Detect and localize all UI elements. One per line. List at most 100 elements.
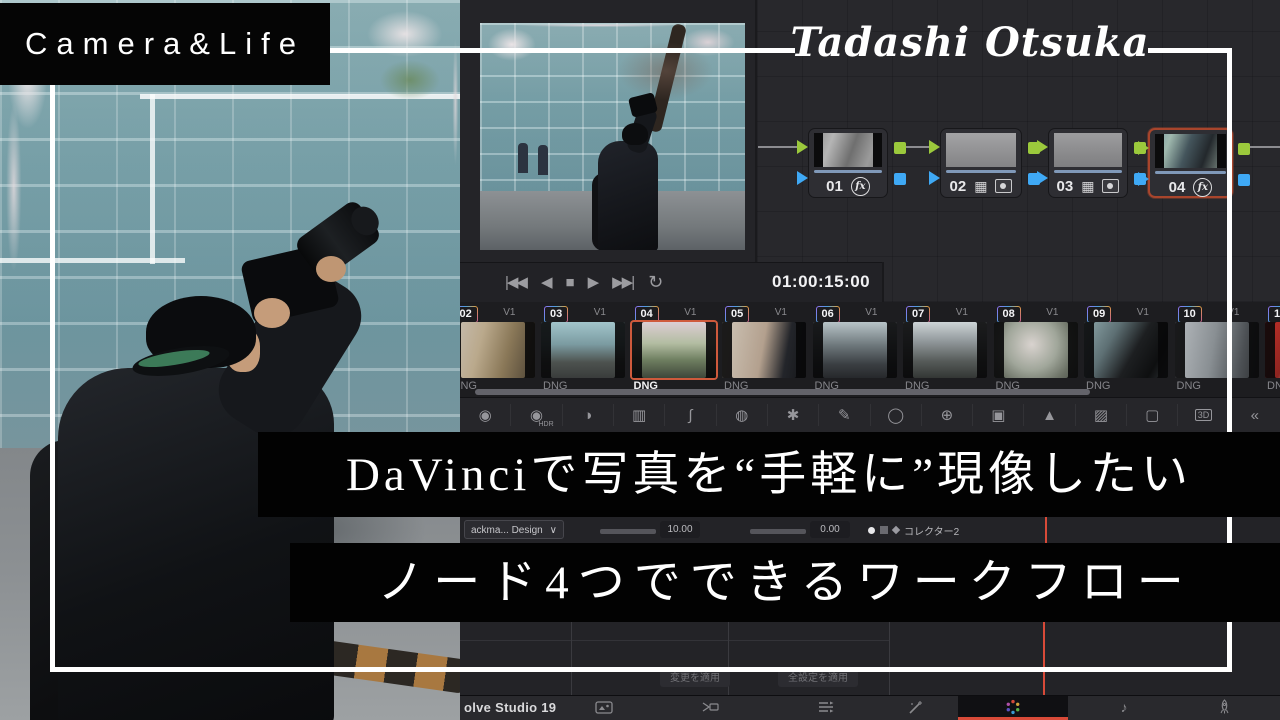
lower-panel: 変更を適用 全設定を適用: [460, 622, 1280, 695]
motion-effects-icon[interactable]: ▨: [1076, 404, 1128, 426]
clip-number-badge: 05: [725, 306, 749, 323]
curves-icon[interactable]: ∫: [665, 404, 717, 426]
color-wheels-icon[interactable]: ◉: [460, 404, 512, 426]
loop-icon[interactable]: ↻: [648, 272, 663, 293]
viewer-blossom-art: [480, 23, 745, 143]
apply-changes-button[interactable]: 変更を適用: [660, 670, 730, 687]
play-icon[interactable]: ▶: [588, 273, 599, 291]
fusion-page-icon: [909, 700, 922, 714]
thumbnail-root: 01 fx 02 ▦ 03 ▦ 04 fx |◀◀ ◀ ■ ▶ ▶▶| ↻ 01:00:15:00 02…: [0, 0, 1280, 720]
node-thumbnail: [946, 133, 1016, 167]
page-fairlight[interactable]: ♪: [1092, 696, 1156, 718]
noise-reduction-icon[interactable]: ▲: [1024, 404, 1076, 426]
timeline-clip-10[interactable]: 10 V1 DNG: [1172, 302, 1262, 397]
node-cache-line: [946, 170, 1016, 173]
node-wire: [1250, 146, 1280, 148]
output-blue-icon[interactable]: [1238, 174, 1250, 186]
clip-thumbnail: [1265, 322, 1280, 378]
clip-number-badge: 02: [460, 306, 478, 323]
panel-divider: [889, 622, 890, 695]
blur-icon[interactable]: ✱: [768, 404, 820, 426]
noise-reduction-icon: ▲: [1042, 406, 1058, 424]
timeline-clip-08[interactable]: 08 V1 DNG: [991, 302, 1081, 397]
timeline-clip-11[interactable]: 11V1DNG: [1262, 302, 1280, 397]
playhead-line[interactable]: [1043, 622, 1045, 695]
parameter-value-2[interactable]: 0.00: [810, 521, 850, 538]
camera-raw-icon: [995, 179, 1013, 193]
input-blue-icon[interactable]: [929, 171, 940, 185]
collapse-icon[interactable]: «: [1230, 404, 1280, 426]
hdr-wheels-icon[interactable]: ◉ HDR: [511, 404, 563, 428]
timeline-scrollbar[interactable]: [475, 389, 1090, 395]
playhead-line[interactable]: [1045, 517, 1047, 543]
clip-format-label: DNG: [1176, 380, 1201, 392]
app-title: olve Studio 19: [464, 700, 557, 715]
page-edit[interactable]: [794, 696, 858, 718]
node-label-row: 04 fx: [1150, 176, 1231, 198]
clip-format-label: DNG: [1267, 380, 1280, 392]
timeline-clip-02[interactable]: 02V1DNG: [460, 302, 538, 397]
viewer-pedestrian: [518, 143, 528, 173]
layer-row[interactable]: コレクター2: [868, 521, 959, 539]
input-green-icon[interactable]: [929, 140, 940, 154]
channel-badge: Camera&Life: [0, 3, 330, 85]
timeline-clip-06[interactable]: 06 V1 DNG: [810, 302, 900, 397]
output-green-icon[interactable]: [1238, 143, 1250, 155]
color-node-03[interactable]: 03 ▦: [1037, 128, 1146, 198]
node-thumbnail: [1054, 133, 1122, 167]
output-blue-icon[interactable]: [894, 173, 906, 185]
sizing-icon[interactable]: ▥: [614, 404, 666, 426]
viewer-image: [480, 23, 745, 250]
input-green-icon[interactable]: [1037, 140, 1048, 154]
stabilizer-icon: ▢: [1145, 407, 1160, 424]
page-media[interactable]: [572, 696, 636, 718]
node-number: 03: [1056, 177, 1074, 195]
lut-grid-icon: ▦: [1081, 178, 1095, 194]
input-green-icon[interactable]: [1138, 141, 1149, 155]
pen-icon[interactable]: ✎: [819, 404, 871, 426]
transport-controls: |◀◀ ◀ ■ ▶ ▶▶| ↻: [505, 262, 663, 302]
fairlight-page-icon: ♪: [1120, 699, 1128, 715]
play-reverse-icon[interactable]: ◀: [541, 273, 552, 291]
timeline-clip-03[interactable]: 03 V1 DNG: [538, 302, 628, 397]
input-blue-icon[interactable]: [797, 171, 808, 185]
node-wire: [758, 146, 798, 148]
node-number: 04: [1168, 178, 1186, 196]
magic-mask-icon[interactable]: ▣: [973, 404, 1025, 426]
stop-icon[interactable]: ■: [566, 274, 575, 291]
page-color[interactable]: [958, 696, 1068, 718]
curves-icon: ∫: [688, 406, 693, 424]
primaries-bars-icon[interactable]: ◑: [563, 404, 614, 426]
lut-dropdown[interactable]: ackma... Design ∨: [464, 520, 564, 539]
node-cache-line: [814, 170, 882, 173]
timeline-clip-09[interactable]: 09 V1 DNG: [1081, 302, 1171, 397]
clip-thumbnail: [812, 322, 897, 378]
output-green-icon[interactable]: [894, 142, 906, 154]
track-label: V1: [1046, 307, 1059, 318]
skip-start-icon[interactable]: |◀◀: [505, 273, 528, 291]
viewer-pedestrian: [538, 145, 548, 175]
timeline-clip-07[interactable]: 07 V1 DNG: [900, 302, 990, 397]
threed-icon[interactable]: 3D: [1178, 404, 1230, 426]
clip-thumbnail: [541, 322, 625, 378]
color-node-02[interactable]: 02 ▦: [929, 128, 1040, 198]
page-deliver[interactable]: [1192, 696, 1256, 718]
skip-end-icon[interactable]: ▶▶|: [612, 273, 635, 291]
timeline-clip-04[interactable]: 04 V1 DNG: [629, 302, 719, 397]
stabilizer-icon[interactable]: ▢: [1127, 404, 1179, 426]
window-icon[interactable]: ◯: [871, 404, 922, 426]
qualifier-icon[interactable]: ◍: [717, 404, 768, 426]
page-cut[interactable]: [678, 696, 742, 718]
input-blue-icon[interactable]: [1138, 172, 1149, 186]
color-node-04[interactable]: 04 fx: [1138, 128, 1250, 198]
input-green-icon[interactable]: [797, 140, 808, 154]
parameter-value-1[interactable]: 10.00: [660, 521, 700, 538]
timeline-clip-05[interactable]: 05 V1 DNG: [719, 302, 809, 397]
apply-all-button[interactable]: 全設定を適用: [778, 670, 858, 687]
tracker-icon[interactable]: ⊕: [922, 404, 974, 426]
input-blue-icon[interactable]: [1037, 171, 1048, 185]
page-fusion[interactable]: [884, 696, 948, 718]
node-label-row: 01 fx: [809, 175, 887, 197]
clip-thumbnail: [722, 322, 806, 378]
color-node-01[interactable]: 01 fx: [797, 128, 906, 198]
